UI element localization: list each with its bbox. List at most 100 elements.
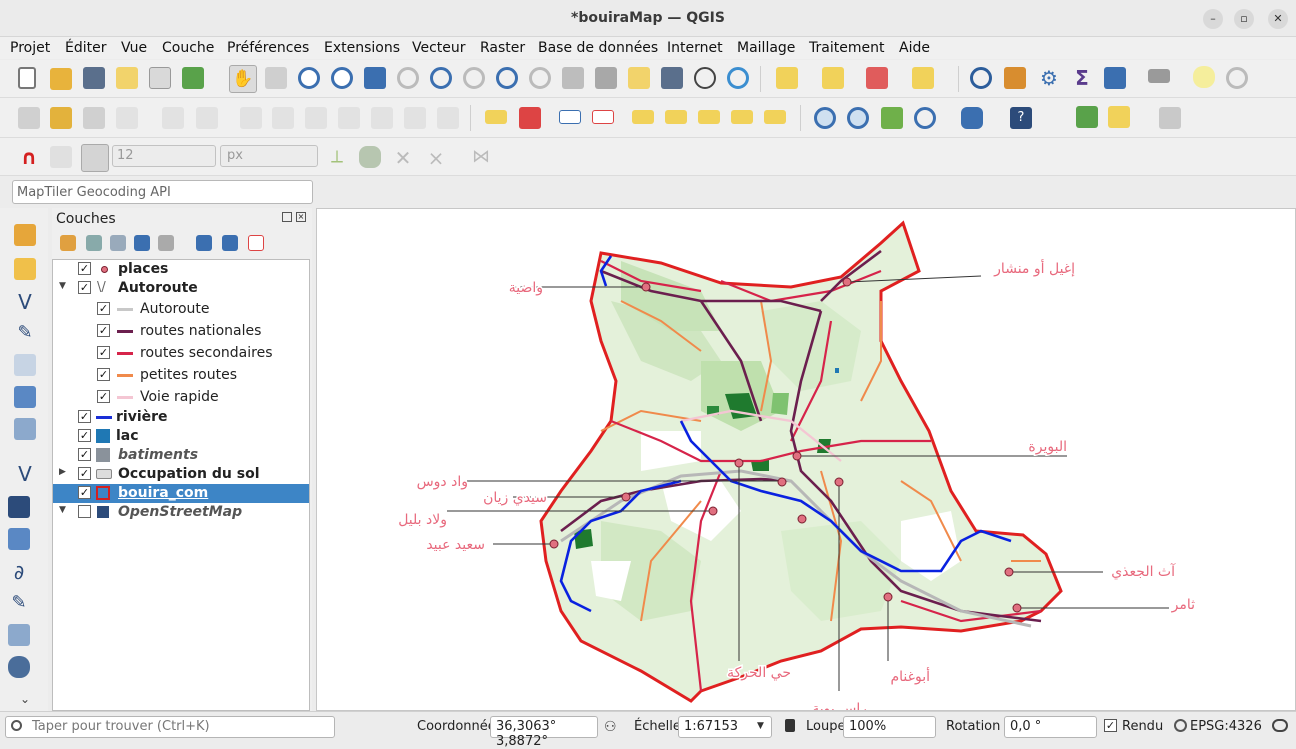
zoom-full-icon[interactable] bbox=[364, 67, 386, 89]
add-xyz-layer-icon[interactable] bbox=[8, 496, 30, 518]
crs-globe-icon[interactable] bbox=[1174, 719, 1187, 732]
messages-icon[interactable] bbox=[1272, 719, 1288, 732]
layer-autoroute-group[interactable]: ▼ ✓ \/ Autoroute bbox=[53, 279, 309, 298]
move-label-icon[interactable] bbox=[698, 110, 720, 124]
layer-openstreetmap[interactable]: ▼ OpenStreetMap bbox=[53, 503, 309, 522]
zoom-last-icon[interactable] bbox=[496, 67, 518, 89]
diagram-tool-icon[interactable] bbox=[519, 107, 541, 129]
select-by-value-icon[interactable] bbox=[822, 67, 844, 89]
snap-unit-select[interactable]: px bbox=[220, 145, 318, 167]
temporal-controller-icon[interactable] bbox=[694, 67, 716, 89]
add-delimited-text-icon[interactable]: V bbox=[14, 290, 36, 314]
menu-aide[interactable]: Aide bbox=[899, 40, 930, 56]
menu-projet[interactable]: Projet bbox=[10, 40, 50, 56]
menu-editer[interactable]: Éditer bbox=[65, 40, 106, 56]
identify-icon[interactable] bbox=[970, 67, 992, 89]
deselect-icon[interactable] bbox=[866, 67, 888, 89]
layer-checkbox[interactable]: ✓ bbox=[78, 429, 91, 442]
legend-autoroute[interactable]: ✓ Autoroute bbox=[53, 300, 309, 319]
vertex-tool-icon[interactable] bbox=[196, 107, 218, 129]
filter-expression-icon[interactable] bbox=[158, 235, 174, 251]
map-canvas[interactable]: واضية إغيل أو منشار البويرة واد دوس سيدي… bbox=[316, 208, 1296, 711]
more-tools-chevron-icon[interactable]: ⌄ bbox=[20, 692, 30, 706]
undo-icon[interactable] bbox=[404, 107, 426, 129]
show-hide-labels-icon[interactable] bbox=[665, 110, 687, 124]
toggle-label-display-icon[interactable] bbox=[592, 110, 614, 124]
refresh-icon[interactable] bbox=[727, 67, 749, 89]
locator-search-field[interactable]: Taper pour trouver (Ctrl+K) bbox=[5, 716, 335, 738]
layer-checkbox[interactable]: ✓ bbox=[78, 467, 91, 480]
legend-checkbox[interactable]: ✓ bbox=[97, 302, 110, 315]
add-feature-icon[interactable] bbox=[116, 107, 138, 129]
rotate-label-icon[interactable] bbox=[731, 110, 753, 124]
add-virtual-layer-icon[interactable]: ∂ bbox=[8, 560, 30, 584]
pan-to-selection-icon[interactable] bbox=[265, 67, 287, 89]
plugin-tool-icon[interactable] bbox=[1108, 106, 1130, 128]
new-project-icon[interactable] bbox=[18, 67, 36, 89]
legend-checkbox[interactable]: ✓ bbox=[97, 390, 110, 403]
plugin-click-icon[interactable] bbox=[881, 107, 903, 129]
layer-riviere[interactable]: ✓ rivière bbox=[53, 408, 309, 427]
plugin-binoculars-icon[interactable] bbox=[914, 107, 936, 129]
expand-arrow-icon[interactable]: ▶ bbox=[59, 467, 66, 477]
redo-icon[interactable] bbox=[437, 107, 459, 129]
collapse-all-icon[interactable] bbox=[222, 235, 238, 251]
modify-attributes-icon[interactable] bbox=[240, 107, 262, 129]
legend-routes-secondaires[interactable]: ✓ routes secondaires bbox=[53, 344, 309, 363]
toggle-editing-pencil-icon[interactable] bbox=[50, 107, 72, 129]
processing-gear-icon[interactable]: ⚙ bbox=[1038, 67, 1060, 89]
self-snapping-icon[interactable]: ⨯ bbox=[425, 146, 447, 170]
pin-label-icon[interactable] bbox=[632, 110, 654, 124]
layer-checkbox[interactable]: ✓ bbox=[78, 262, 91, 275]
tracing-icon[interactable]: ⋈ bbox=[470, 146, 492, 168]
avoid-overlap-icon[interactable]: ✕ bbox=[392, 146, 414, 170]
edits-icon[interactable] bbox=[18, 107, 40, 129]
menu-maillage[interactable]: Maillage bbox=[737, 40, 795, 56]
crs-label[interactable]: EPSG:4326 bbox=[1190, 719, 1262, 734]
locator-icon[interactable] bbox=[1226, 67, 1248, 89]
processing-search-icon[interactable] bbox=[1076, 106, 1098, 128]
layer-checkbox[interactable]: ✓ bbox=[78, 281, 91, 294]
geocoder-search-field[interactable]: MapTiler Geocoding API bbox=[12, 180, 313, 204]
render-checkbox[interactable]: ✓ bbox=[1104, 719, 1117, 732]
maximize-button[interactable]: ▫ bbox=[1234, 9, 1254, 29]
add-raster-layer-icon[interactable] bbox=[14, 386, 36, 408]
raster-tool-icon[interactable] bbox=[1159, 107, 1181, 129]
copy-features-icon[interactable] bbox=[338, 107, 360, 129]
add-mesh-layer-icon[interactable] bbox=[14, 354, 36, 376]
open-project-icon[interactable] bbox=[50, 68, 72, 90]
snapping-layers-icon[interactable] bbox=[50, 146, 72, 168]
zoom-native-icon[interactable] bbox=[463, 67, 485, 89]
show-bookmarks-icon[interactable] bbox=[661, 67, 683, 89]
layer-checkbox[interactable]: ✓ bbox=[78, 410, 91, 423]
remove-layer-icon[interactable] bbox=[248, 235, 264, 251]
open-field-calculator-icon[interactable] bbox=[1104, 67, 1126, 89]
collapse-arrow-icon[interactable]: ▼ bbox=[59, 505, 66, 515]
menu-raster[interactable]: Raster bbox=[480, 40, 525, 56]
statistics-sigma-icon[interactable]: Σ bbox=[1071, 67, 1093, 89]
snap-intersection-icon[interactable] bbox=[359, 146, 381, 168]
magnet-icon[interactable]: ∩ bbox=[18, 146, 40, 168]
close-panel-icon[interactable]: × bbox=[296, 212, 306, 222]
coordinate-field[interactable]: 36,3063° 3,8872° bbox=[490, 716, 598, 749]
data-source-manager-icon[interactable] bbox=[14, 224, 36, 246]
new-bookmark-icon[interactable] bbox=[628, 67, 650, 89]
menu-internet[interactable]: Internet bbox=[667, 40, 723, 56]
layer-bouira-com[interactable]: ✓ bouira_com bbox=[53, 484, 309, 503]
legend-checkbox[interactable]: ✓ bbox=[97, 324, 110, 337]
legend-voie-rapide[interactable]: ✓ Voie rapide bbox=[53, 388, 309, 407]
label-tool-icon[interactable] bbox=[485, 110, 507, 124]
legend-checkbox[interactable]: ✓ bbox=[97, 346, 110, 359]
select-location-icon[interactable] bbox=[912, 67, 934, 89]
add-group-icon[interactable] bbox=[86, 235, 102, 251]
snapping-type-icon[interactable] bbox=[81, 144, 109, 172]
zoom-in-icon[interactable] bbox=[298, 67, 320, 89]
zoom-out-icon[interactable] bbox=[331, 67, 353, 89]
new-3d-view-icon[interactable] bbox=[595, 67, 617, 89]
menu-traitement[interactable]: Traitement bbox=[809, 40, 884, 56]
menu-base-de-donnees[interactable]: Base de données bbox=[538, 40, 658, 56]
legend-checkbox[interactable]: ✓ bbox=[97, 368, 110, 381]
save-edits-icon[interactable] bbox=[83, 107, 105, 129]
chevron-down-icon[interactable]: ▼ bbox=[757, 721, 764, 731]
paste-features-icon[interactable] bbox=[371, 107, 393, 129]
